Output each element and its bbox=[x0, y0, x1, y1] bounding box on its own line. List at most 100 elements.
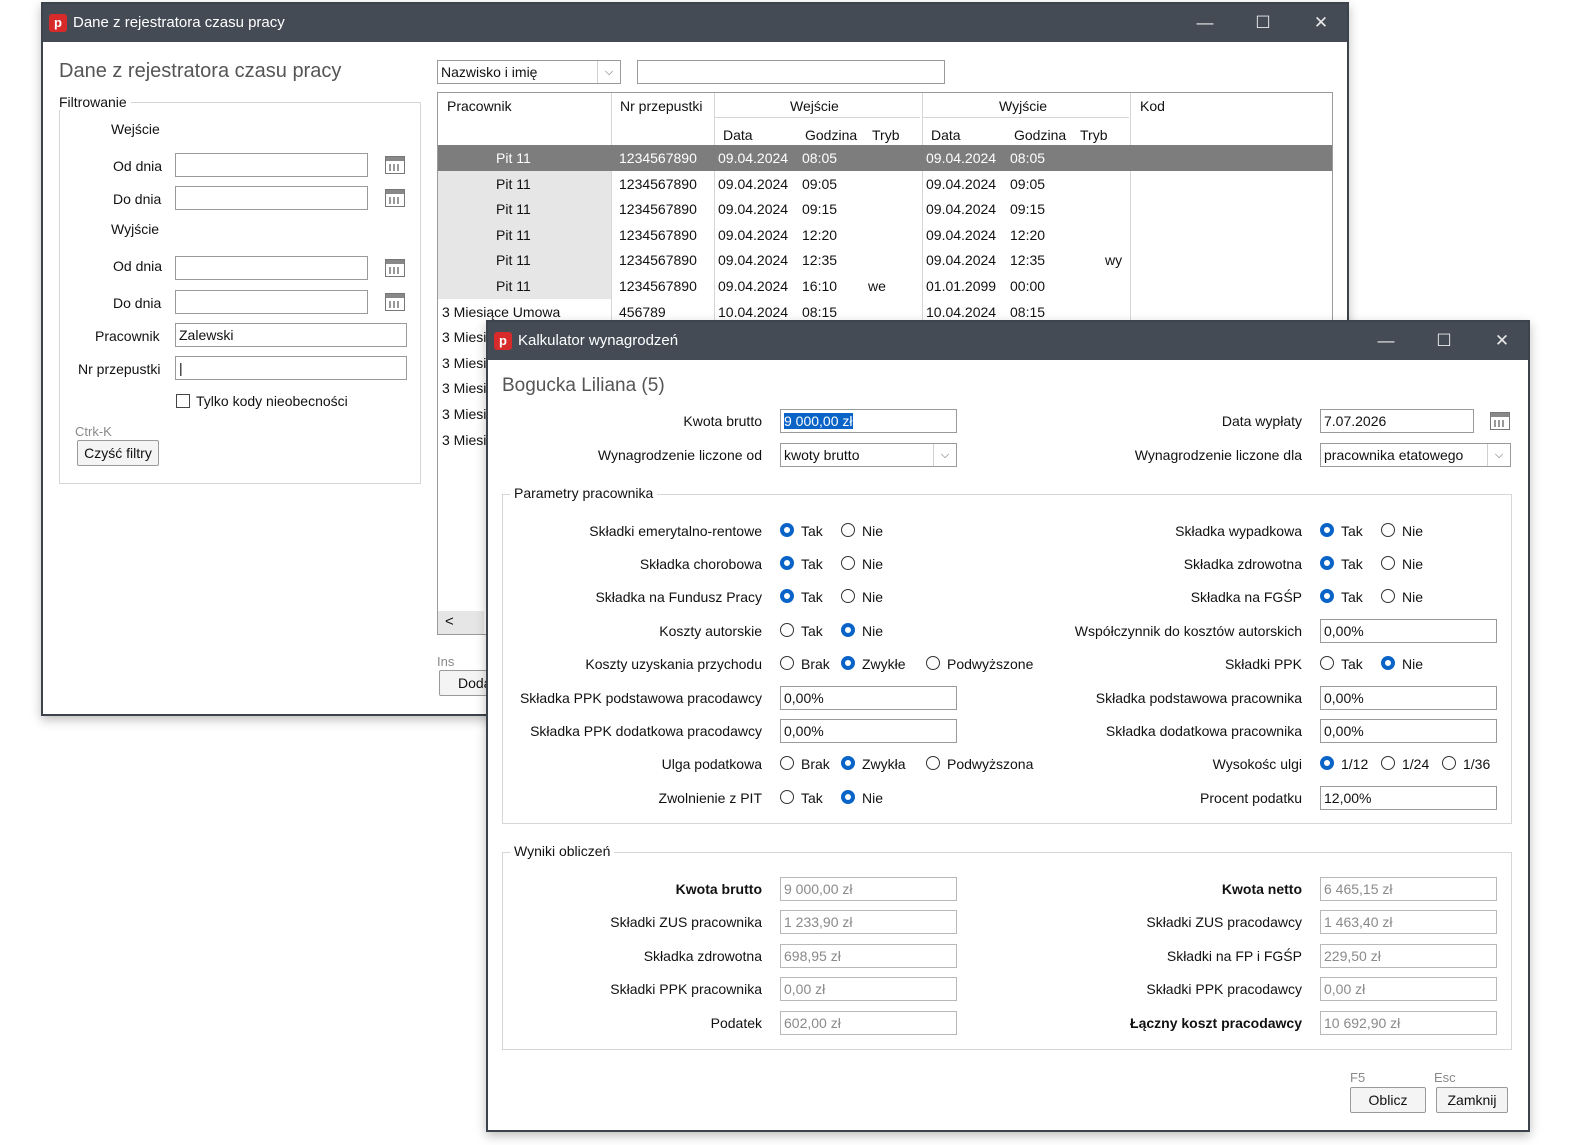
ppk-no-radio[interactable]: Nie bbox=[1381, 655, 1423, 673]
employee-input[interactable]: Zalewski bbox=[175, 323, 407, 347]
col-entry-date[interactable]: Data bbox=[723, 127, 753, 143]
close-button[interactable]: Zamknij bbox=[1436, 1087, 1508, 1113]
ppk-extra-employer-input[interactable]: 0,00% bbox=[780, 719, 957, 743]
fgsp-yes-radio[interactable]: Tak bbox=[1320, 588, 1363, 606]
entry-to-input[interactable] bbox=[175, 186, 368, 210]
sort-select[interactable]: Nazwisko i imię ⌵ bbox=[437, 60, 621, 84]
scroll-left-icon[interactable]: < bbox=[445, 613, 454, 630]
relief-1-36-radio[interactable]: 1/36 bbox=[1442, 755, 1490, 773]
close-hint: Esc bbox=[1434, 1070, 1456, 1085]
labor-fund-yes-radio[interactable]: Tak bbox=[780, 588, 823, 606]
maximize-icon[interactable]: ☐ bbox=[1424, 326, 1464, 356]
col-employee[interactable]: Pracownik bbox=[447, 98, 512, 114]
employee-basic-input[interactable]: 0,00% bbox=[1320, 686, 1497, 710]
tax-label: Podatek bbox=[710, 1015, 762, 1031]
relief-1-12-radio[interactable]: 1/12 bbox=[1320, 755, 1368, 773]
minimize-icon[interactable]: — bbox=[1185, 8, 1225, 38]
clear-filters-button[interactable]: Czyść filtry bbox=[77, 440, 159, 466]
ppk-employee-value: 0,00 zł bbox=[780, 977, 957, 1001]
author-costs-yes-radio[interactable]: Tak bbox=[780, 622, 823, 640]
result-gross-label: Kwota brutto bbox=[675, 881, 762, 897]
entry-from-input[interactable] bbox=[175, 153, 368, 177]
sickness-no-radio[interactable]: Nie bbox=[841, 555, 883, 573]
relief-1-24-radio[interactable]: 1/24 bbox=[1381, 755, 1429, 773]
cell-out-time: 12:35 bbox=[1010, 252, 1046, 269]
ppk-basic-employer-input[interactable]: 0,00% bbox=[780, 686, 957, 710]
pit-exempt-yes-radio[interactable]: Tak bbox=[780, 789, 823, 807]
h-scrollbar[interactable]: < bbox=[438, 611, 484, 634]
col-code[interactable]: Kod bbox=[1140, 98, 1165, 114]
table-row[interactable]: Pit 11 1234567890 09.04.2024 12:20 09.04.202… bbox=[438, 221, 1332, 248]
col-exit-time[interactable]: Godzina bbox=[1014, 127, 1066, 143]
tax-rate-input[interactable]: 12,00% bbox=[1320, 786, 1497, 810]
search-input[interactable] bbox=[637, 60, 945, 84]
calendar-icon[interactable] bbox=[385, 156, 405, 174]
pension-yes-radio[interactable]: Tak bbox=[780, 522, 823, 540]
table-row[interactable]: Pit 11 1234567890 09.04.2024 12:35 09.04.202… bbox=[438, 247, 1332, 274]
ppk-yes-radio[interactable]: Tak bbox=[1320, 655, 1363, 673]
author-ratio-input[interactable]: 0,00% bbox=[1320, 619, 1497, 643]
cell-pass: 1234567890 bbox=[619, 226, 697, 243]
minimize-icon[interactable]: — bbox=[1366, 326, 1406, 356]
cell-employee: 3 Miesi bbox=[442, 329, 487, 346]
calendar-icon[interactable] bbox=[385, 189, 405, 207]
health-no-radio[interactable]: Nie bbox=[1381, 555, 1423, 573]
cell-out-date: 09.04.2024 bbox=[926, 175, 997, 192]
exit-from-input[interactable] bbox=[175, 256, 368, 280]
accident-label: Składka wypadkowa bbox=[1175, 523, 1302, 539]
pay-date-input[interactable]: 7.07.2026 bbox=[1320, 409, 1474, 433]
sickness-yes-radio[interactable]: Tak bbox=[780, 555, 823, 573]
col-exit[interactable]: Wyjście bbox=[999, 98, 1047, 114]
cell-in-time: 09:15 bbox=[802, 201, 838, 218]
table-row[interactable]: Pit 11 1234567890 09.04.2024 16:10 we 01.01.2… bbox=[438, 273, 1332, 299]
col-entry-mode[interactable]: Tryb bbox=[872, 127, 899, 143]
col-entry[interactable]: Wejście bbox=[790, 98, 839, 114]
employee-extra-input[interactable]: 0,00% bbox=[1320, 719, 1497, 743]
cell-employee: 3 Miesi bbox=[442, 406, 487, 422]
calculate-button[interactable]: Oblicz bbox=[1350, 1087, 1426, 1113]
income-costs-none-radio[interactable]: Brak bbox=[780, 655, 830, 673]
close-icon[interactable]: ✕ bbox=[1301, 8, 1341, 38]
exit-to-input[interactable] bbox=[175, 290, 368, 314]
registrar-titlebar[interactable]: p Dane z rejestratora czasu pracy — ☐ ✕ bbox=[43, 4, 1347, 42]
cell-out-time: 09:15 bbox=[1010, 201, 1046, 218]
fgsp-no-radio[interactable]: Nie bbox=[1381, 588, 1423, 606]
calc-for-select[interactable]: pracownika etatowego ⌵ bbox=[1320, 443, 1511, 467]
tax-relief-normal-radio[interactable]: Zwykła bbox=[841, 755, 906, 773]
table-row[interactable]: Pit 11 1234567890 09.04.2024 08:05 09.04.202… bbox=[438, 145, 1332, 171]
tax-relief-none-radio[interactable]: Brak bbox=[780, 755, 830, 773]
col-pass[interactable]: Nr przepustki bbox=[620, 98, 702, 114]
col-entry-time[interactable]: Godzina bbox=[805, 127, 857, 143]
calculator-titlebar[interactable]: p Kalkulator wynagrodzeń — ☐ ✕ bbox=[488, 322, 1528, 360]
pass-input[interactable]: | bbox=[175, 356, 407, 380]
calendar-icon[interactable] bbox=[385, 293, 405, 311]
accident-yes-radio[interactable]: Tak bbox=[1320, 522, 1363, 540]
calc-from-value: kwoty brutto bbox=[784, 447, 860, 463]
calc-from-select[interactable]: kwoty brutto ⌵ bbox=[780, 443, 957, 467]
col-exit-mode[interactable]: Tryb bbox=[1080, 127, 1107, 143]
accident-no-radio[interactable]: Nie bbox=[1381, 522, 1423, 540]
page-title: Dane z rejestratora czasu pracy bbox=[59, 60, 342, 82]
pension-no-radio[interactable]: Nie bbox=[841, 522, 883, 540]
close-icon[interactable]: ✕ bbox=[1482, 326, 1522, 356]
income-costs-raised-radio[interactable]: Podwyższone bbox=[926, 655, 1033, 673]
labor-fund-no-radio[interactable]: Nie bbox=[841, 588, 883, 606]
calendar-icon[interactable] bbox=[1490, 412, 1510, 430]
income-costs-normal-radio[interactable]: Zwykłe bbox=[841, 655, 906, 673]
gross-input[interactable]: 9 000,00 zł bbox=[780, 409, 957, 433]
author-costs-no-radio[interactable]: Nie bbox=[841, 622, 883, 640]
only-absence-checkbox[interactable]: Tylko kody nieobecności bbox=[176, 393, 348, 409]
table-row[interactable]: Pit 11 1234567890 09.04.2024 09:15 09.04.202… bbox=[438, 196, 1332, 223]
calc-for-label: Wynagrodzenie liczone dla bbox=[1134, 447, 1302, 463]
income-costs-label: Koszty uzyskania przychodu bbox=[585, 656, 762, 672]
health-yes-radio[interactable]: Tak bbox=[1320, 555, 1363, 573]
pit-exempt-no-radio[interactable]: Nie bbox=[841, 789, 883, 807]
table-row[interactable]: Pit 11 1234567890 09.04.2024 09:05 09.04.202… bbox=[438, 170, 1332, 197]
ppk-extra-employer-label: Składka PPK dodatkowa pracodawcy bbox=[530, 723, 762, 739]
tax-relief-raised-radio[interactable]: Podwyższona bbox=[926, 755, 1033, 773]
maximize-icon[interactable]: ☐ bbox=[1243, 8, 1283, 38]
salary-calculator-window: p Kalkulator wynagrodzeń — ☐ ✕ Bogucka L… bbox=[486, 320, 1530, 1132]
col-exit-date[interactable]: Data bbox=[931, 127, 961, 143]
calendar-icon[interactable] bbox=[385, 259, 405, 277]
ppk-basic-employer-label: Składka PPK podstawowa pracodawcy bbox=[519, 690, 762, 706]
